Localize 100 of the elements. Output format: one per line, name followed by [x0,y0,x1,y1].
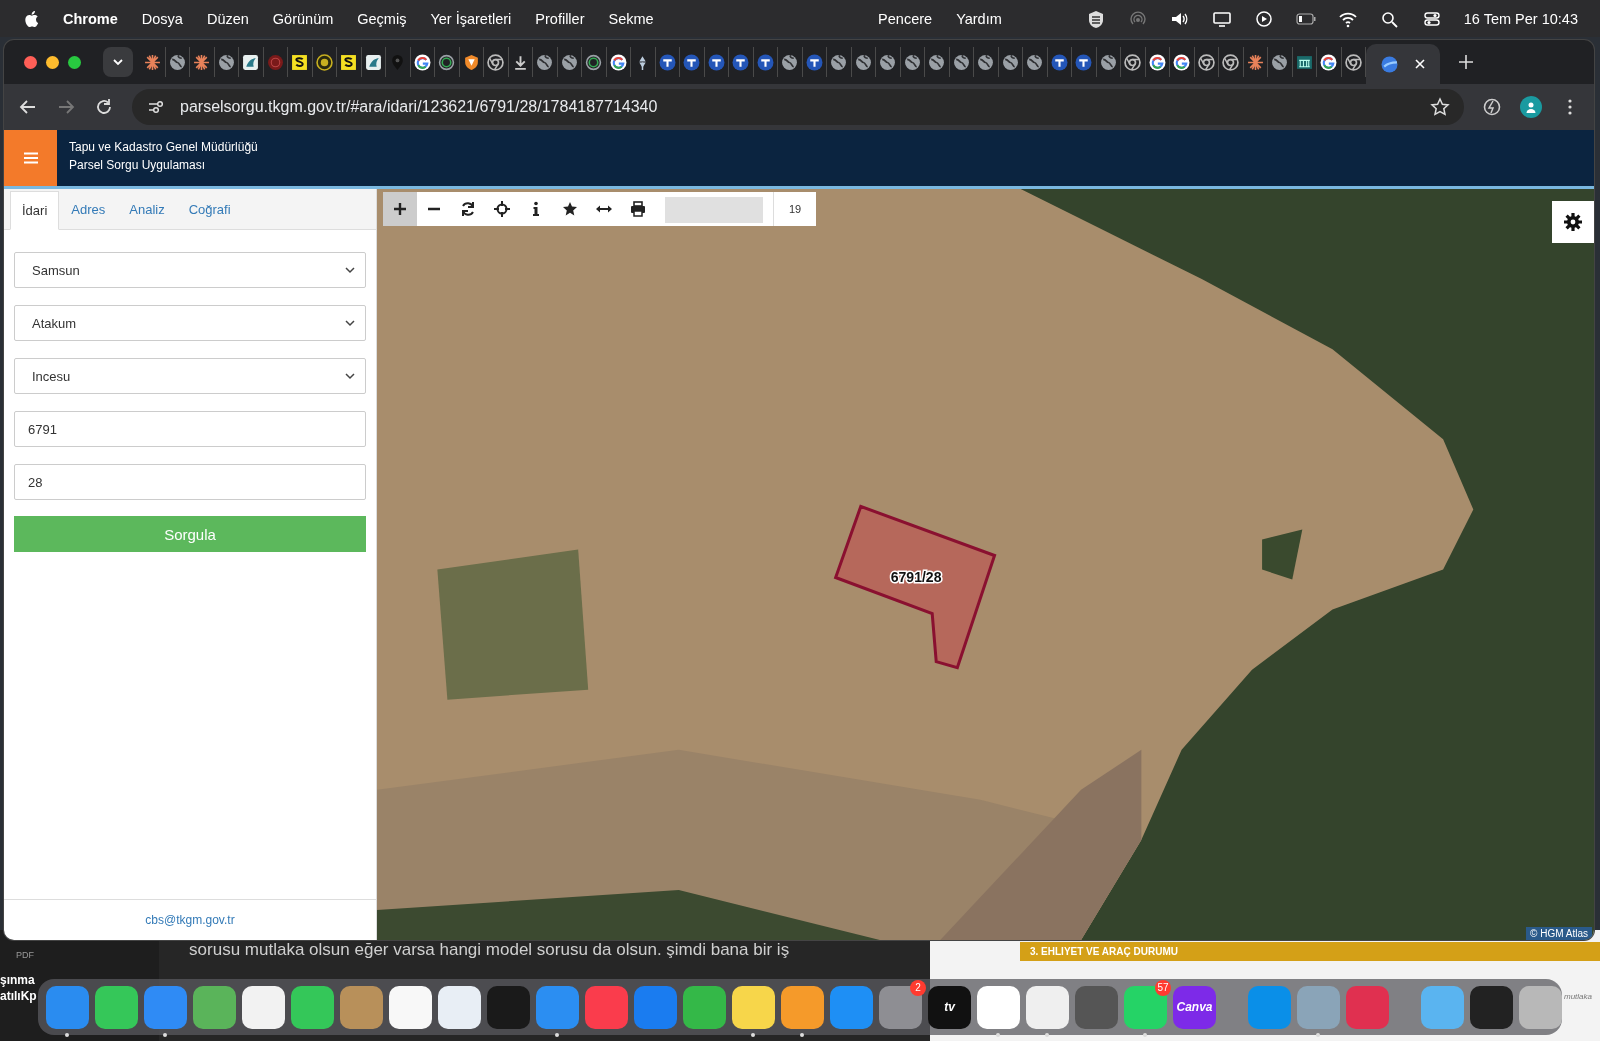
menu-item[interactable]: Pencere [878,10,933,27]
app-icon [364,53,382,71]
app-icon[interactable] [1026,985,1069,1029]
menu-item[interactable]: Profiller [535,10,585,27]
menu-clock[interactable]: 16 Tem Per 10:43 [1463,10,1578,27]
reload-icon[interactable] [94,97,114,117]
globe-icon [830,53,848,71]
browser-tab[interactable] [484,47,509,77]
display-icon[interactable] [1211,9,1232,28]
crosshair-icon [494,201,510,217]
map-attribution: © HGM Atlas [1526,927,1592,940]
coin-icon [315,53,333,71]
minimize-window-button[interactable] [46,55,59,69]
round-logo-icon [683,53,701,71]
chrome-icon [1344,53,1362,71]
globe-icon [1001,53,1019,71]
zoom-window-button[interactable] [68,55,81,69]
round-logo-icon [732,53,750,71]
round-logo-icon [1075,53,1093,71]
menu-item[interactable]: Yardım [956,10,1002,27]
ring-icon [585,53,603,71]
app-icon[interactable] [683,985,726,1029]
notification-badge: 2 [910,979,926,996]
app-icon[interactable] [95,985,138,1029]
apple-logo-icon[interactable] [24,9,39,28]
globe-icon [903,53,921,71]
app-icon [242,53,260,71]
control-center-icon[interactable] [1421,9,1442,28]
dropdown[interactable]: Atakum [14,305,366,341]
app-icon[interactable]: Canva [1173,985,1216,1029]
browser-tab[interactable] [1121,47,1146,77]
text-fragment: şınma [0,972,36,988]
ring-icon [438,53,456,71]
app-icon[interactable] [781,985,824,1029]
app-icon[interactable] [977,985,1020,1029]
panel-tab[interactable]: İdari [10,191,60,230]
tab-search-button[interactable] [103,47,133,77]
globe-icon [928,53,946,71]
menu-item[interactable]: Geçmiş [357,10,407,27]
menu-item[interactable]: Düzen [206,10,249,27]
chat-message-text: sorusu mutlaka olsun eğer varsa hangi model sorusu da olsun. şimdi bana bir iş [189,940,791,960]
scale-field[interactable] [665,197,763,223]
menu-icon [23,152,38,164]
settings-button[interactable] [1552,201,1594,243]
square-logo-icon [291,53,309,71]
email-link[interactable]: cbs@tkgm.gov.tr [145,913,235,927]
panel-tab[interactable]: Adres [59,190,118,229]
close-icon[interactable] [1413,58,1426,70]
input-field[interactable]: 6791 [14,411,366,447]
notification-badge: 57 [1155,979,1171,996]
panel-tab[interactable]: Coğrafi [176,190,243,229]
text-fragment: atılıKp [0,988,37,1004]
app-icon[interactable] [389,985,432,1029]
app-icon[interactable] [1470,985,1513,1029]
browser-tab[interactable] [1219,47,1244,77]
google-icon [1148,53,1166,71]
app-icon[interactable] [438,985,481,1029]
panel-tab[interactable]: Analiz [117,190,177,229]
menu-item[interactable]: Yer İşaretleri [430,10,512,27]
address-bar[interactable]: parselsorgu.tkgm.gov.tr/#ara/idari/123621/6791/28/1784187714340 [132,89,1464,125]
chevron-down-icon [345,319,355,327]
star-icon[interactable] [1430,97,1450,117]
app-icon[interactable] [193,985,236,1029]
round-logo-icon [1050,53,1068,71]
globe-icon [1026,53,1044,71]
menu-item[interactable]: Dosya [141,10,183,27]
play-icon[interactable] [1253,9,1274,28]
plus-icon [392,201,408,217]
sphere-icon [1380,55,1398,73]
chrome-icon [1222,53,1240,71]
dropdown[interactable]: Samsun [14,252,366,288]
globe-icon [977,53,995,71]
profile-avatar[interactable] [1520,96,1542,118]
globe-icon [560,53,578,71]
site-title: Tapu ve Kadastro Genel Müdürlüğü [69,139,258,156]
person-icon [1525,101,1537,113]
chevron-down-icon [345,372,355,380]
app-menu[interactable]: Chrome [63,10,118,27]
menu-item[interactable]: Sekme [608,10,654,27]
app-icon[interactable] [732,985,775,1029]
close-window-button[interactable] [24,55,37,69]
square-logo-icon [340,53,358,71]
input-field[interactable]: 28 [14,464,366,500]
refresh-icon [460,201,476,217]
round-logo-icon [756,53,774,71]
app-icon[interactable] [242,985,285,1029]
globe-icon [1099,53,1117,71]
search-icon[interactable] [1379,9,1400,28]
globe-icon [879,53,897,71]
map-tool-button[interactable] [383,192,417,226]
plus-icon[interactable] [1458,54,1474,70]
globe-icon [536,53,554,71]
menu-item[interactable]: Görünüm [272,10,334,27]
building-icon [1295,53,1313,71]
globe-icon [1271,53,1289,71]
app-icon[interactable] [291,985,334,1029]
parcel-outline[interactable] [833,504,997,670]
dropdown[interactable]: Incesu [14,358,366,394]
app-icon[interactable]: tv [928,985,971,1029]
settings-icon [1563,212,1583,232]
